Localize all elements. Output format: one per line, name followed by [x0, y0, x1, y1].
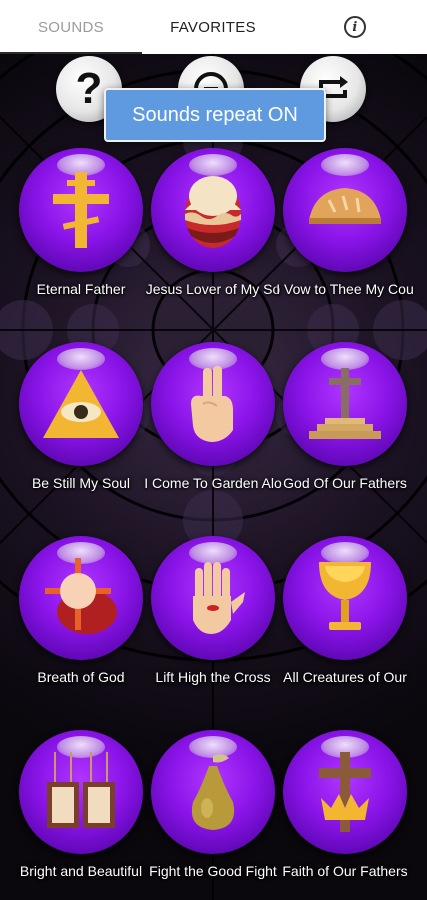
sound-label: Be Still My Soul — [31, 475, 131, 491]
tab-info[interactable]: i — [284, 0, 426, 54]
pear-icon — [191, 754, 235, 830]
sound-button[interactable]: Faith of Our Fathers — [275, 730, 415, 900]
sound-label: Bright and Beautiful — [19, 863, 143, 879]
sound-button[interactable]: Be Still My Soul — [11, 342, 151, 536]
sound-label: Faith of Our Fathers — [282, 863, 408, 879]
cross-crown-icon — [319, 752, 371, 832]
sound-button[interactable]: Jesus Lover of My So — [143, 148, 283, 342]
sound-orb — [283, 148, 407, 272]
tab-favorites[interactable]: FAVORITES — [142, 0, 284, 54]
tab-bar: SOUNDS FAVORITES i — [0, 0, 427, 54]
sound-label: Eternal Father — [36, 281, 126, 297]
sound-label: Fight the Good Fight — [149, 863, 277, 879]
sound-button[interactable]: I Come To Garden Alo — [143, 342, 283, 536]
sound-orb — [19, 148, 143, 272]
bread-icon — [309, 188, 381, 224]
sound-orb — [19, 342, 143, 466]
sound-orb — [19, 536, 143, 660]
sound-label: I Come To Garden Alo — [144, 475, 282, 491]
sound-button[interactable]: Eternal Father — [11, 148, 151, 342]
scapular-icon — [47, 752, 115, 828]
chalice-icon — [319, 562, 371, 630]
repeat-toast: Sounds repeat ON — [104, 88, 326, 142]
host-icon — [45, 558, 117, 634]
sound-orb — [19, 730, 143, 854]
sound-label: Breath of God — [37, 669, 125, 685]
sound-button[interactable]: Lift High the Cross — [143, 536, 283, 730]
sound-orb — [151, 148, 275, 272]
grave-cross-icon — [309, 368, 381, 439]
sound-label: Lift High the Cross — [155, 669, 271, 685]
sound-orb — [151, 730, 275, 854]
sound-button[interactable]: God Of Our Fathers — [275, 342, 415, 536]
sound-button[interactable]: All Creatures of Our — [275, 536, 415, 730]
tab-sounds[interactable]: SOUNDS — [0, 0, 142, 54]
orthodox-cross-icon — [53, 172, 109, 248]
sound-orb — [151, 342, 275, 466]
eye-of-providence-icon — [43, 370, 119, 438]
sound-button[interactable]: I Vow to Thee My Cou — [275, 148, 415, 342]
sound-orb — [283, 536, 407, 660]
sound-button[interactable]: Bright and Beautiful — [11, 730, 151, 900]
blessing-hand-icon — [191, 366, 233, 442]
question-icon: ? — [75, 64, 103, 113]
stigmata-hand-icon — [193, 562, 245, 634]
sound-button[interactable]: Breath of God — [11, 536, 151, 730]
easter-egg-icon — [185, 176, 241, 248]
sound-label: I Vow to Thee My Cou — [276, 281, 414, 297]
sound-orb — [283, 342, 407, 466]
sound-label: God Of Our Fathers — [283, 475, 407, 491]
info-icon: i — [344, 16, 366, 38]
sound-label: All Creatures of Our — [283, 669, 407, 685]
sound-grid: Eternal Father Jesus Lover of My So I Vo… — [0, 140, 427, 900]
sound-label: Jesus Lover of My So — [145, 281, 281, 297]
sound-button[interactable]: Fight the Good Fight — [143, 730, 283, 900]
sound-orb — [283, 730, 407, 854]
sound-orb — [151, 536, 275, 660]
